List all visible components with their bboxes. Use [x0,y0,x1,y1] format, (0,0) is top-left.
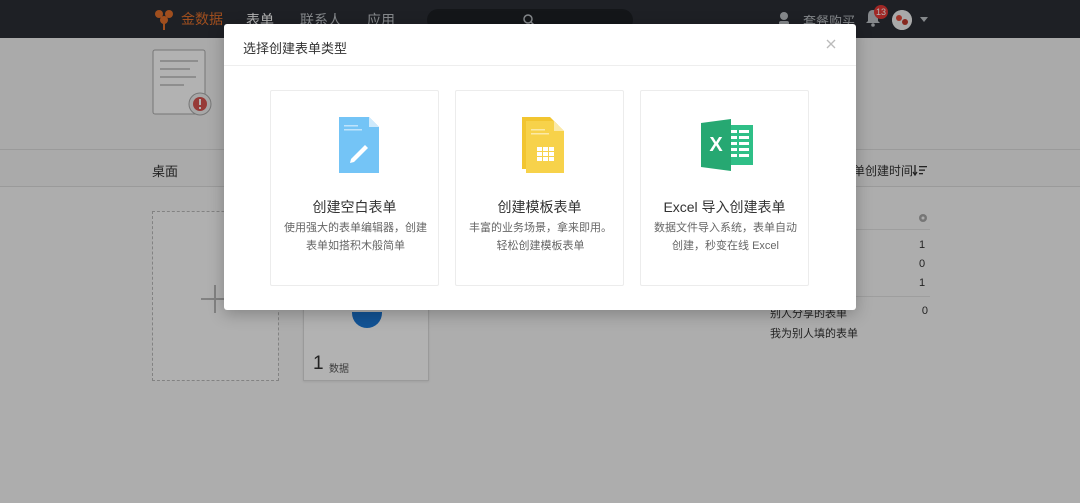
blank-form-icon [339,117,379,173]
option-template-form[interactable]: 创建模板表单 丰富的业务场景，拿来即用。轻松创建模板表单 [455,90,624,286]
option-title: 创建空白表单 [312,199,397,215]
excel-icon: X [701,119,753,171]
modal-title: 选择创建表单类型 [243,41,348,56]
option-excel-import[interactable]: X Excel 导入创建表单 数据文件导入系统，表单自动创建，秒变在线 Exce… [640,90,809,286]
option-title: 创建模板表单 [497,199,582,215]
option-desc: 数据文件导入系统，表单自动创建，秒变在线 Excel [654,222,797,252]
create-form-modal: 选择创建表单类型 创建空白表单 使用强大的表单编辑器，创建表单如搭积木般简单 创… [224,24,856,310]
template-form-icon [522,117,564,173]
close-icon[interactable] [825,38,837,50]
option-blank-form[interactable]: 创建空白表单 使用强大的表单编辑器，创建表单如搭积木般简单 [270,90,439,286]
option-desc: 丰富的业务场景，拿来即用。轻松创建模板表单 [469,222,612,252]
modal-header: 选择创建表单类型 [224,24,856,66]
svg-text:X: X [709,134,723,156]
option-title: Excel 导入创建表单 [663,199,786,215]
option-desc: 使用强大的表单编辑器，创建表单如搭积木般简单 [284,222,427,252]
